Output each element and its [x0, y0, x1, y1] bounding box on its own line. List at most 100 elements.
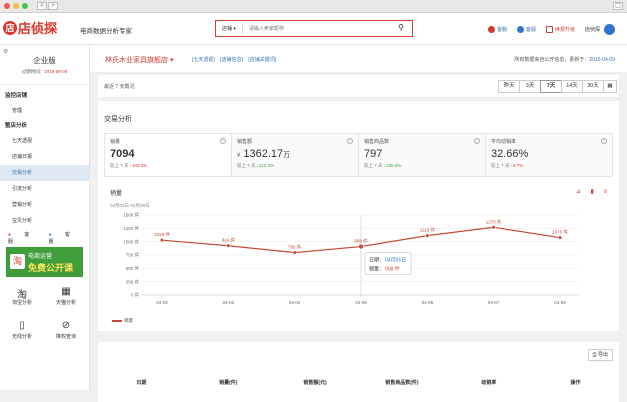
- chat-icon: ●: [8, 232, 12, 238]
- minimize-window-dot[interactable]: [13, 3, 19, 9]
- tool-tmall-analysis[interactable]: ▦ 天猫分析: [44, 280, 88, 314]
- help-icon[interactable]: ?: [601, 138, 607, 144]
- promo-line-2: 免费公开课: [28, 263, 74, 273]
- kpi-value: 32.66%: [491, 148, 607, 160]
- range-bar: 最近 7 天概况 昨天 3天 7天 14天 30天 ▦: [98, 75, 619, 97]
- service-chat-label: 客服: [8, 232, 30, 245]
- settings-icon[interactable]: ⚙: [3, 48, 8, 55]
- col-turnover[interactable]: 动销率: [445, 376, 532, 390]
- tool-demotion-query[interactable]: ⊘ 降权查询: [44, 314, 88, 348]
- help-icon[interactable]: ?: [347, 138, 353, 144]
- chart-title: 销量: [110, 191, 123, 197]
- shop-link-seven-day[interactable]: [七天透视]: [192, 57, 215, 63]
- tool-taobao-analysis[interactable]: 淘淘宝分析: [0, 280, 44, 314]
- currency-symbol: ¥: [237, 153, 241, 159]
- col-volume[interactable]: 销量(件): [185, 376, 272, 390]
- range-summary: 最近 7 天概况: [104, 84, 135, 90]
- edition-title: 企业版: [33, 56, 56, 65]
- service-link-2[interactable]: 客服: [516, 26, 536, 33]
- window-button[interactable]: ▢: [613, 2, 623, 10]
- col-products[interactable]: 销售商品数(件): [358, 376, 445, 390]
- kpi-name: 销量: [110, 139, 121, 145]
- cart-icon: [545, 26, 553, 33]
- shop-link-info[interactable]: [店铺信息]: [220, 57, 243, 63]
- kpi-number: 32.66%: [491, 148, 529, 160]
- search-input[interactable]: [248, 23, 389, 34]
- tooltip-date: 04月05日: [385, 258, 406, 264]
- tool-label: 无线分析: [11, 334, 32, 340]
- sidebar-group-monitor: 监控店铺: [5, 93, 28, 99]
- service-link-1[interactable]: 客服: [487, 26, 507, 33]
- kpi-avg-turnover[interactable]: 平均动销率 ? 32.66% 较上 7 天 ↑0.7%: [486, 134, 612, 176]
- x-tick-label: 04-04: [289, 300, 301, 305]
- data-point: [491, 225, 496, 230]
- forward-button[interactable]: >: [48, 2, 58, 10]
- sidebar-item-daily-report[interactable]: 店铺日报: [0, 149, 89, 165]
- service-qq-link[interactable]: ● 客服: [49, 231, 78, 245]
- maximize-window-dot[interactable]: [22, 3, 28, 9]
- sidebar-tools: 淘淘宝分析 ▦ 天猫分析 ▯ 无线分析 ⊘ 降权查询: [0, 280, 89, 348]
- sidebar-item-product-analysis[interactable]: 宝贝分析: [0, 213, 89, 229]
- trade-analysis-card: 交易分析 销量 ? 7094 较上 7 天 ↑103.0% 销售额 ? ¥ 13…: [98, 101, 619, 331]
- logo-subtext: DIANZHENTAN.COM: [18, 28, 58, 32]
- range-3d-button[interactable]: 3天: [519, 80, 541, 93]
- shop-name-dropdown[interactable]: 林氏木业家具旗舰店 ▾: [105, 55, 173, 65]
- help-icon[interactable]: ?: [474, 138, 480, 144]
- sidebar-item-manage[interactable]: 管理: [0, 103, 89, 119]
- section-title: 交易分析: [104, 116, 132, 123]
- kpi-number: 7094: [110, 148, 135, 160]
- kpi-compare: 较上 7 天 ↑103.0%: [110, 163, 226, 169]
- export-button[interactable]: ⎙ 导出: [587, 349, 613, 361]
- sidebar-item-seven-day[interactable]: 七天透视: [0, 133, 89, 149]
- help-icon[interactable]: ?: [220, 138, 226, 144]
- brand-slogan: 电商数据分析专家: [80, 28, 132, 35]
- range-30d-button[interactable]: 30天: [582, 80, 604, 93]
- back-button[interactable]: <: [37, 2, 47, 10]
- range-yesterday-button[interactable]: 昨天: [498, 80, 520, 93]
- promo-banner[interactable]: 淘 电商运营 免费公开课: [6, 247, 83, 277]
- col-amount[interactable]: 销售额(元): [272, 376, 359, 390]
- browser-titlebar: < > ▢: [0, 0, 627, 13]
- x-tick-label: 04-07: [488, 300, 500, 305]
- range-14d-button[interactable]: 14天: [561, 80, 583, 93]
- legend-marker: [112, 320, 122, 322]
- kpi-compare-label: 较上 7 天: [110, 163, 129, 168]
- service-link-label: 客服: [496, 27, 507, 33]
- tool-label: 淘宝分析: [11, 300, 32, 306]
- shop-link-keywords[interactable]: [店铺关键词]: [248, 57, 276, 63]
- search-category-select[interactable]: 店铺 ▾: [216, 23, 243, 34]
- chart-legend[interactable]: 销量: [112, 318, 133, 324]
- col-date[interactable]: 日期: [98, 376, 185, 390]
- update-label: 所有数据来自公开信息，更新于：: [514, 57, 590, 63]
- user-menu[interactable]: 店侦探: [585, 24, 615, 35]
- kpi-value: 797: [364, 148, 480, 160]
- kpi-compare: 较上 7 天 ↓180.0%: [364, 163, 480, 169]
- data-label: 1113 件: [420, 227, 436, 234]
- kpi-sales-amount[interactable]: 销售额 ? ¥ 1362.17万 较上 7 天 ↓112.2%: [232, 134, 359, 176]
- kpi-sales-volume[interactable]: 销量 ? 7094 较上 7 天 ↑103.0%: [105, 134, 232, 176]
- kpi-unit: 万: [283, 152, 291, 159]
- chart-type-icons[interactable]: ⊿ ▮ ≡: [576, 188, 611, 195]
- kpi-products-sold[interactable]: 销售商品数 ? 797 较上 7 天 ↓180.0%: [359, 134, 486, 176]
- y-tick-label: 1250 件: [123, 225, 139, 232]
- search-icon[interactable]: ⚲: [398, 23, 404, 32]
- data-point: [226, 243, 231, 248]
- sidebar-nav: 监控店铺 管理 整店分析 七天透视 店铺日报 交易分析 引流分析 营销分析 宝贝…: [0, 85, 89, 229]
- taobao-icon: 淘: [10, 254, 25, 269]
- close-window-dot[interactable]: [4, 3, 10, 9]
- range-7d-button[interactable]: 7天: [540, 80, 562, 93]
- sidebar-item-traffic-analysis[interactable]: 引流分析: [0, 181, 89, 197]
- data-label: 1075 件: [552, 229, 568, 236]
- sidebar-item-trade-analysis[interactable]: 交易分析: [0, 165, 89, 181]
- table-header: 日期 销量(件) 销售额(元) 销售商品数(件) 动销率 操作: [98, 376, 619, 390]
- calendar-icon[interactable]: ▦: [603, 80, 617, 93]
- sidebar-item-marketing-analysis[interactable]: 营销分析: [0, 197, 89, 213]
- renew-link[interactable]: 续费升级: [545, 26, 575, 33]
- taobao-icon: 淘: [17, 290, 27, 301]
- range-buttons: 昨天 3天 7天 14天 30天 ▦: [498, 80, 617, 93]
- tool-mobile-analysis[interactable]: ▯ 无线分析: [0, 314, 44, 348]
- sales-line-chart[interactable]: 0 件 250 件 500 件 750 件 1000 件 1250 件 1500 件 04-0…: [104, 203, 613, 323]
- service-chat-link[interactable]: ● 客服: [8, 231, 37, 245]
- kpi-name: 销售额: [237, 139, 253, 145]
- x-tick-label: 04-06: [422, 300, 434, 305]
